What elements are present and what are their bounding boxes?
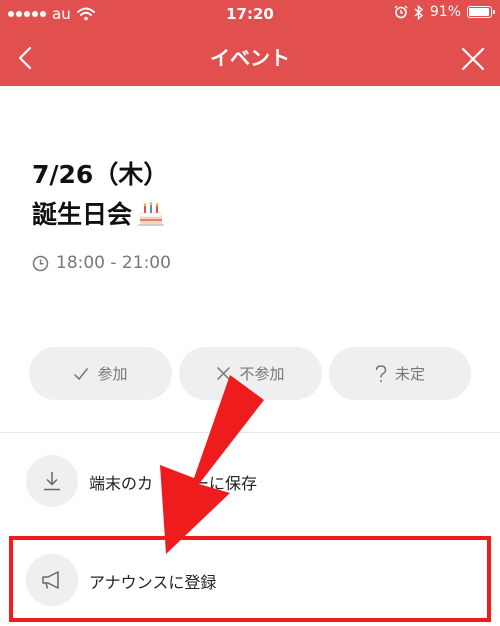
undecided-button[interactable]: 未定 xyxy=(329,347,471,400)
attend-label: 参加 xyxy=(97,365,128,383)
decline-label: 不参加 xyxy=(239,365,285,383)
battery-percent: 91% xyxy=(429,4,461,20)
highlight-box xyxy=(9,536,491,622)
event-date: 7/26（木） xyxy=(32,160,169,189)
pointer-arrow-icon xyxy=(160,375,264,554)
event-time: 18:00 - 21:00 xyxy=(56,253,171,273)
event-title: 誕生日会 xyxy=(32,200,133,229)
undecided-label: 未定 xyxy=(394,365,425,383)
close-icon[interactable] xyxy=(460,46,486,72)
question-icon xyxy=(375,364,387,382)
birthday-cake-icon xyxy=(138,202,165,226)
event-time-row: 18:00 - 21:00 xyxy=(32,253,171,273)
save-to-device-row[interactable]: 端末のカ ーに保存 xyxy=(0,446,500,516)
check-icon xyxy=(74,367,89,380)
divider xyxy=(0,432,500,433)
status-right: 91% xyxy=(394,4,495,20)
alarm-icon xyxy=(394,5,408,19)
x-icon xyxy=(217,366,231,381)
decline-button[interactable]: 不参加 xyxy=(179,347,322,400)
battery-icon xyxy=(467,6,495,18)
event-screen: au 17:20 91% イベント 7/26（木） 誕生日会 18:00 - 2… xyxy=(0,0,500,626)
save-to-device-label: 端末のカ ーに保存 xyxy=(89,474,258,493)
event-title-row: 誕生日会 xyxy=(32,195,166,231)
page-title: イベント xyxy=(210,46,290,70)
bluetooth-icon xyxy=(414,4,423,20)
clock-icon xyxy=(32,255,49,271)
download-icon xyxy=(44,472,60,491)
header: au 17:20 91% イベント xyxy=(0,0,500,86)
download-icon-circle xyxy=(26,455,78,507)
attend-button[interactable]: 参加 xyxy=(29,347,172,400)
status-bar: au 17:20 91% xyxy=(0,0,500,28)
